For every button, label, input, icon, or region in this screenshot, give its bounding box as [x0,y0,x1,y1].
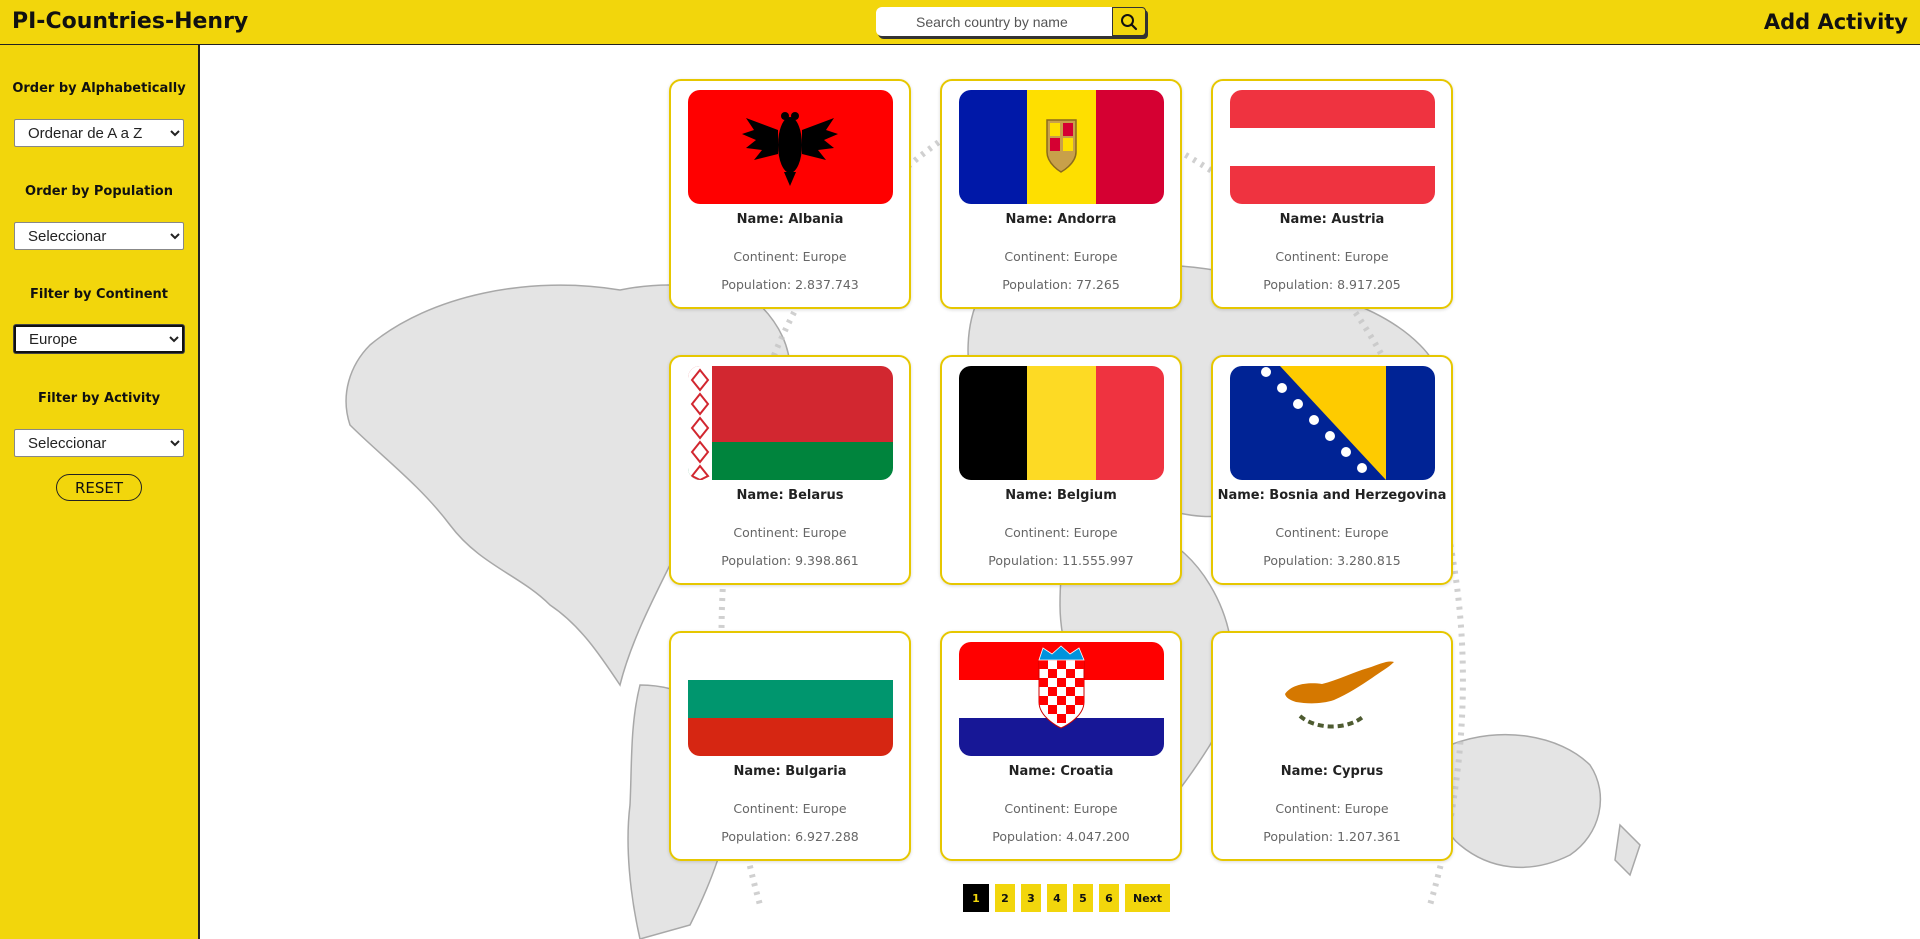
search-input[interactable] [876,7,1116,36]
page-button-3[interactable]: 3 [1021,884,1041,912]
belgium-flag [959,366,1164,480]
belarus-flag [688,366,893,480]
croatia-flag [959,642,1164,756]
bosnia-flag [1230,366,1435,480]
austria-flag [1230,90,1435,204]
country-card[interactable]: Name: Albania Continent: Europe Populati… [669,79,911,309]
country-name: Name: Belgium [1005,488,1117,503]
country-name: Name: Albania [736,212,844,227]
page-button-2[interactable]: 2 [995,884,1015,912]
page-button-6[interactable]: 6 [1099,884,1119,912]
country-continent: Continent: Europe [733,801,847,816]
filter-continent-select[interactable]: Europe [14,325,184,353]
app-title[interactable]: PI-Countries-Henry [12,9,248,34]
page-button-4[interactable]: 4 [1047,884,1067,912]
country-name: Name: Bulgaria [733,764,847,779]
search-icon [1121,13,1138,30]
country-population: Population: 1.207.361 [1263,829,1401,844]
add-activity-link[interactable]: Add Activity [1764,10,1908,34]
country-name: Name: Cyprus [1280,764,1384,779]
country-population: Population: 3.280.815 [1263,553,1401,568]
order-alpha-select[interactable]: Ordenar de A a Z [14,119,184,147]
country-name: Name: Belarus [736,488,844,503]
country-population: Population: 9.398.861 [721,553,859,568]
country-continent: Continent: Europe [733,249,847,264]
country-continent: Continent: Europe [733,525,847,540]
country-card[interactable]: Name: Croatia Continent: Europe Populati… [940,631,1182,861]
country-population: Population: 6.927.288 [721,829,859,844]
country-card[interactable]: Name: Bosnia and Herzegovina Continent: … [1211,355,1453,585]
country-continent: Continent: Europe [1275,249,1389,264]
country-population: Population: 11.555.997 [988,553,1134,568]
filter-continent-label: Filter by Continent [29,287,168,302]
country-continent: Continent: Europe [1004,525,1118,540]
albania-flag [688,90,893,204]
pagination: 1 2 3 4 5 6 Next [963,884,1171,912]
next-page-button[interactable]: Next [1125,884,1171,912]
country-continent: Continent: Europe [1004,801,1118,816]
country-card[interactable]: Name: Belarus Continent: Europe Populati… [669,355,911,585]
order-population-select[interactable]: Seleccionar [14,222,184,250]
main-content: Name: Albania Continent: Europe Populati… [200,45,1920,939]
filter-activity-select[interactable]: Seleccionar [14,429,184,457]
country-population: Population: 8.917.205 [1263,277,1401,292]
bulgaria-flag [688,642,893,756]
country-name: Name: Bosnia and Herzegovina [1217,488,1447,503]
country-card[interactable]: Name: Cyprus Continent: Europe Populatio… [1211,631,1453,861]
search-button[interactable] [1112,7,1146,36]
filter-activity-label: Filter by Activity [37,391,161,406]
cyprus-flag [1230,642,1435,756]
country-continent: Continent: Europe [1275,801,1389,816]
top-navbar: PI-Countries-Henry Add Activity [0,0,1920,45]
country-card[interactable]: Name: Belgium Continent: Europe Populati… [940,355,1182,585]
search-bar [876,7,1146,37]
country-name: Name: Andorra [1005,212,1117,227]
country-card[interactable]: Name: Bulgaria Continent: Europe Populat… [669,631,911,861]
page-button-1[interactable]: 1 [963,884,989,912]
filter-sidebar: Order by Alphabetically Ordenar de A a Z… [0,45,200,939]
order-population-label: Order by Population [25,184,173,199]
country-continent: Continent: Europe [1275,525,1389,540]
country-card[interactable]: Name: Andorra Continent: Europe Populati… [940,79,1182,309]
country-population: Population: 2.837.743 [721,277,859,292]
andorra-flag [959,90,1164,204]
country-continent: Continent: Europe [1004,249,1118,264]
reset-button[interactable]: RESET [56,474,142,501]
country-card[interactable]: Name: Austria Continent: Europe Populati… [1211,79,1453,309]
page-button-5[interactable]: 5 [1073,884,1093,912]
order-alpha-label: Order by Alphabetically [12,81,186,96]
country-name: Name: Croatia [1008,764,1114,779]
country-population: Population: 77.265 [1002,277,1120,292]
country-population: Population: 4.047.200 [992,829,1130,844]
country-name: Name: Austria [1279,212,1385,227]
